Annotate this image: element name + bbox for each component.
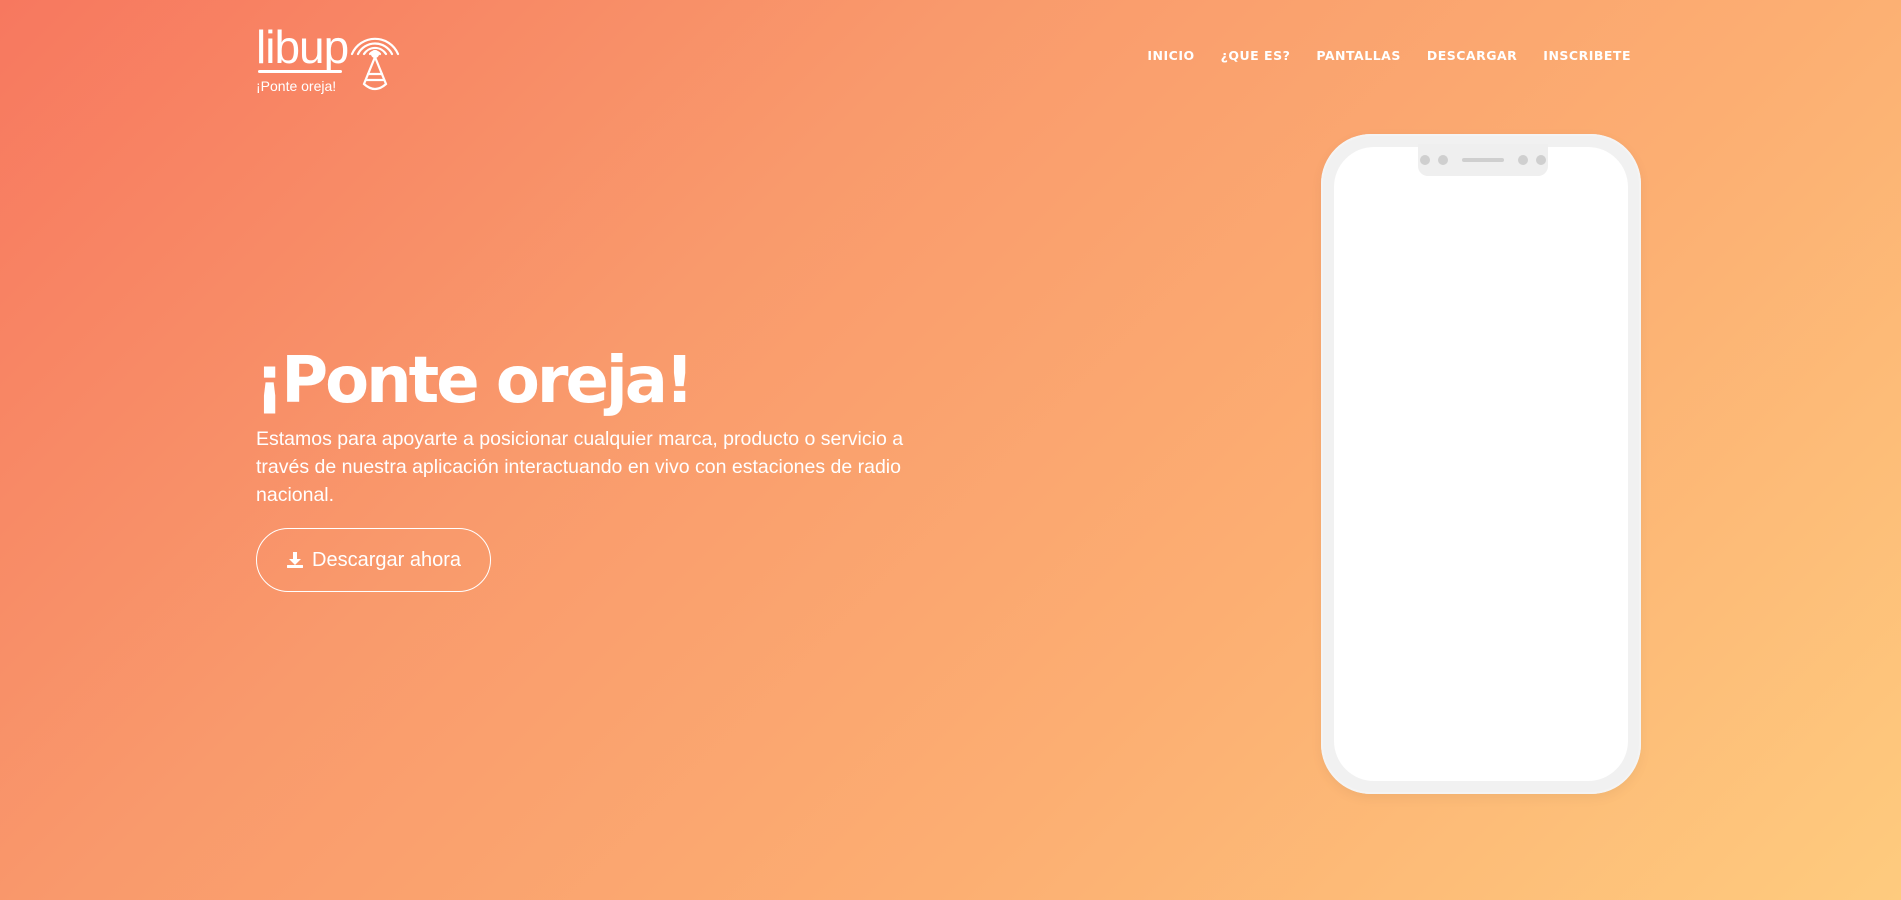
hero-title: ¡Ponte oreja! bbox=[255, 344, 694, 418]
main-nav: INICIO ¿QUE ES? PANTALLAS DESCARGAR INSC… bbox=[1147, 48, 1631, 63]
logo-underline bbox=[258, 70, 342, 73]
speaker-slot bbox=[1462, 158, 1504, 162]
brand-logo[interactable]: libup ¡Ponte oreja! bbox=[256, 18, 406, 98]
camera-dot bbox=[1438, 155, 1448, 165]
phone-notch bbox=[1418, 144, 1548, 176]
brand-name: libup bbox=[256, 21, 349, 73]
radio-ear-icon bbox=[350, 37, 400, 91]
camera-dot bbox=[1420, 155, 1430, 165]
nav-item-inscribete[interactable]: INSCRIBETE bbox=[1543, 48, 1631, 63]
nav-item-descargar[interactable]: DESCARGAR bbox=[1427, 48, 1517, 63]
download-icon bbox=[287, 552, 304, 568]
nav-item-que-es[interactable]: ¿QUE ES? bbox=[1221, 48, 1291, 63]
nav-item-pantallas[interactable]: PANTALLAS bbox=[1316, 48, 1401, 63]
nav-item-inicio[interactable]: INICIO bbox=[1147, 48, 1194, 63]
brand-tagline: ¡Ponte oreja! bbox=[256, 78, 337, 94]
sensor-dot bbox=[1518, 155, 1528, 165]
phone-screen bbox=[1334, 147, 1628, 781]
sensor-dot bbox=[1536, 155, 1546, 165]
phone-mockup bbox=[1321, 134, 1641, 794]
hero-description: Estamos para apoyarte a posicionar cualq… bbox=[256, 428, 904, 506]
download-now-label: Descargar ahora bbox=[312, 548, 461, 571]
download-now-button[interactable]: Descargar ahora bbox=[256, 528, 491, 592]
